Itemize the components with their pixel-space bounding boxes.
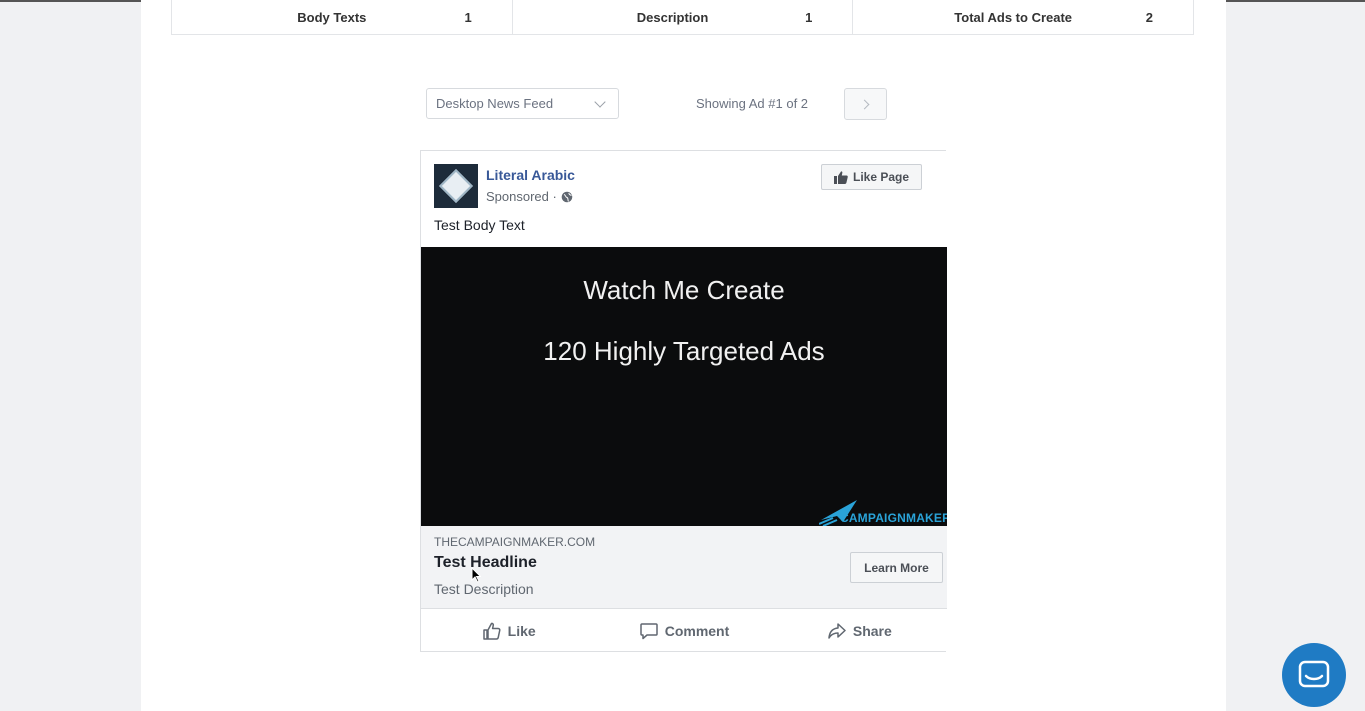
media-caption-line1: Watch Me Create <box>583 275 785 305</box>
share-label: Share <box>852 623 892 639</box>
globe-icon <box>561 191 573 202</box>
like-page-label: Like Page <box>852 170 910 184</box>
sponsored-line: Sponsored · <box>486 189 573 204</box>
page-avatar[interactable] <box>434 164 478 208</box>
stat-label: Body Texts <box>297 9 367 25</box>
placement-select-value: Desktop News Feed <box>436 96 554 111</box>
placement-select[interactable]: Desktop News Feed <box>426 88 619 119</box>
thumbs-up-icon <box>833 170 848 184</box>
ad-body-text: Test Body Text <box>434 217 525 233</box>
like-button[interactable]: Like <box>421 610 596 652</box>
sponsored-label: Sponsored · <box>486 189 557 204</box>
next-ad-button[interactable] <box>844 88 887 120</box>
ad-description: Test Description <box>434 581 534 597</box>
chat-icon <box>1298 660 1330 688</box>
learn-more-button[interactable]: Learn More <box>850 552 943 583</box>
comment-label: Comment <box>664 623 730 639</box>
stat-label: Description <box>636 9 709 25</box>
stat-total-ads: Total Ads to Create 2 <box>853 0 1193 34</box>
page-name[interactable]: Literal Arabic <box>486 167 575 183</box>
chevron-down-icon <box>594 95 606 108</box>
like-page-button[interactable]: Like Page <box>821 164 922 190</box>
stat-value: 1 <box>464 9 472 25</box>
chat-launcher-button[interactable] <box>1282 643 1346 707</box>
ad-link-area[interactable]: THECAMPAIGNMAKER.COM Test Headline Test … <box>421 526 947 609</box>
share-button[interactable]: Share <box>772 610 947 652</box>
ad-headline: Test Headline <box>434 554 537 571</box>
stat-label: Total Ads to Create <box>954 9 1073 25</box>
stat-value: 1 <box>805 9 813 25</box>
stat-description: Description 1 <box>513 0 854 34</box>
stats-table: Body Texts 1 Description 1 Total Ads to … <box>171 0 1194 35</box>
share-icon <box>828 623 846 639</box>
comment-icon <box>639 623 658 640</box>
ad-preview: Literal Arabic Sponsored · Like Page Tes… <box>420 150 947 652</box>
chevron-right-icon <box>859 99 869 109</box>
ad-counter: Showing Ad #1 of 2 <box>696 96 809 111</box>
ad-media[interactable]: Watch Me Create 120 Highly Targeted Ads … <box>421 247 947 526</box>
comment-button[interactable]: Comment <box>596 610 771 652</box>
ad-domain: THECAMPAIGNMAKER.COM <box>434 535 596 549</box>
media-caption-line2: 120 Highly Targeted Ads <box>543 336 825 366</box>
stat-value: 2 <box>1145 9 1154 25</box>
thumbs-up-icon <box>482 622 501 640</box>
ad-actions: Like Comment Share <box>421 610 947 652</box>
brand-text: CAMPAIGNMAKER <box>839 511 947 525</box>
stat-body-texts: Body Texts 1 <box>172 0 513 34</box>
page-logo <box>439 169 473 203</box>
cursor-icon <box>471 567 481 583</box>
like-label: Like <box>507 623 536 639</box>
